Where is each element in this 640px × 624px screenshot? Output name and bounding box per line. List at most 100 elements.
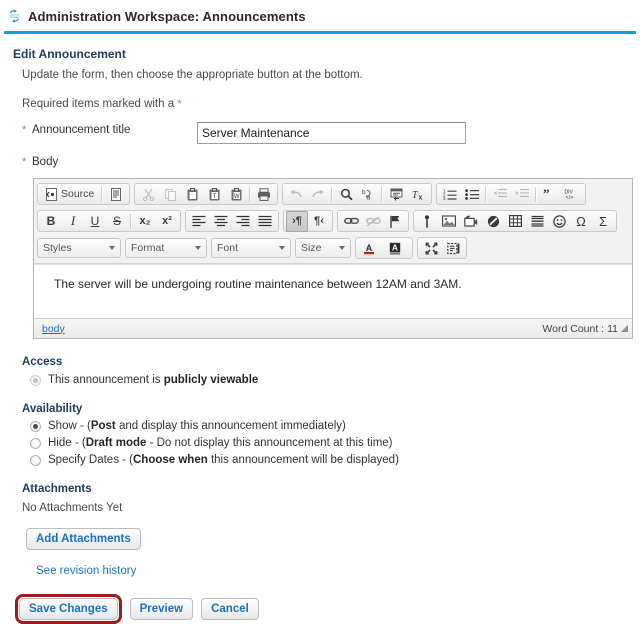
unlink-button[interactable] <box>362 211 384 232</box>
cut-button[interactable] <box>137 184 159 205</box>
availability-specify-dates-label: Specify Dates - (Choose when this announ… <box>48 454 399 466</box>
size-select[interactable]: Size <box>295 238 351 258</box>
availability-specify-dates-radio[interactable] <box>30 454 41 466</box>
special-character-button[interactable]: Ω <box>570 211 592 232</box>
toolbar-separator <box>101 186 104 202</box>
availability-hide-radio[interactable] <box>30 437 41 449</box>
availability-specify-prefix: Specify Dates - ( <box>48 454 133 466</box>
show-blocks-button[interactable] <box>442 238 464 259</box>
header-divider <box>4 31 636 34</box>
preview-button[interactable]: Preview <box>129 598 194 620</box>
insert-table-button[interactable] <box>504 211 526 232</box>
align-center-button[interactable] <box>210 211 232 232</box>
rtl-icon: ¶‹ <box>314 215 324 227</box>
toolbar-group-clipboard: T W <box>134 183 279 205</box>
bulleted-list-button[interactable] <box>461 184 483 205</box>
save-changes-highlight: Save Changes <box>15 594 122 624</box>
remove-format-button[interactable]: Tx <box>407 184 429 205</box>
decrease-indent-button[interactable] <box>489 184 511 205</box>
word-count: Word Count : 11 <box>542 323 628 335</box>
availability-hide-label: Hide - (Draft mode - Do not display this… <box>48 437 393 449</box>
availability-show-radio[interactable] <box>30 420 41 432</box>
paste-as-text-button[interactable]: T <box>203 184 225 205</box>
word-count-value: 11 <box>607 322 618 335</box>
text-color-button[interactable]: A <box>358 238 384 259</box>
undo-button[interactable] <box>285 184 307 205</box>
maximize-button[interactable] <box>420 238 442 259</box>
access-public-prefix: This announcement is <box>48 374 164 386</box>
paste-button[interactable] <box>181 184 203 205</box>
select-all-button[interactable] <box>385 184 407 205</box>
replace-button[interactable]: ba <box>357 184 379 205</box>
align-right-button[interactable] <box>232 211 254 232</box>
cancel-button[interactable]: Cancel <box>201 598 259 620</box>
print-button[interactable] <box>253 184 275 205</box>
bold-button[interactable]: B <box>40 211 62 232</box>
toolbar-group-editing: ba Tx <box>282 183 433 205</box>
insert-image-button[interactable] <box>438 211 460 232</box>
availability-section-title: Availability <box>22 403 83 415</box>
insert-formula-button[interactable]: Σ <box>592 211 614 232</box>
announcement-title-input[interactable] <box>197 122 466 144</box>
chevron-down-icon <box>109 246 115 250</box>
resize-handle-icon[interactable] <box>621 325 628 332</box>
save-changes-button[interactable]: Save Changes <box>19 598 118 620</box>
required-note-asterisk: * <box>177 98 182 110</box>
increase-indent-button[interactable] <box>511 184 533 205</box>
availability-show-row[interactable]: Show - (Post and display this announceme… <box>30 420 632 432</box>
access-section-title: Access <box>22 356 63 368</box>
remove-format-icon: Tx <box>411 188 425 201</box>
italic-button[interactable]: I <box>62 211 84 232</box>
create-div-button[interactable]: DIV </> <box>561 184 583 205</box>
paste-from-word-button[interactable]: W <box>225 184 247 205</box>
underline-button[interactable]: U <box>84 211 106 232</box>
align-justify-button[interactable] <box>254 211 276 232</box>
numbered-list-button[interactable]: 123 <box>439 184 461 205</box>
anchor-button[interactable] <box>384 211 406 232</box>
paste-word-icon: W <box>230 187 243 201</box>
page-header: Administration Workspace: Announcements <box>0 0 640 26</box>
link-button[interactable] <box>340 211 362 232</box>
find-button[interactable] <box>335 184 357 205</box>
see-revision-history-link[interactable]: See revision history <box>36 565 136 577</box>
format-select[interactable]: Format <box>125 238 207 258</box>
add-attachments-button[interactable]: Add Attachments <box>26 528 141 550</box>
templates-button[interactable] <box>105 184 127 205</box>
toolbar-separator <box>249 186 252 202</box>
select-all-icon <box>390 188 403 201</box>
insert-resource-button[interactable] <box>416 211 438 232</box>
copy-icon <box>164 188 177 201</box>
availability-hide-row[interactable]: Hide - (Draft mode - Do not display this… <box>30 437 632 449</box>
source-button[interactable]: Source <box>40 184 99 205</box>
styles-select[interactable]: Styles <box>37 238 121 258</box>
access-public-radio[interactable] <box>30 374 41 386</box>
text-direction-ltr-button[interactable]: ›¶ <box>286 210 308 232</box>
flag-icon <box>389 215 401 228</box>
align-left-button[interactable] <box>188 211 210 232</box>
superscript-button[interactable]: x² <box>156 211 178 232</box>
redo-button[interactable] <box>307 184 329 205</box>
replace-icon: ba <box>361 188 375 201</box>
element-path-body[interactable]: body <box>42 323 65 335</box>
toolbar-row-1: Source T W b a T x 1 2 3 ” DIV </> <box>37 182 629 206</box>
access-public-radio-row[interactable]: This announcement is publicly viewable <box>30 374 632 386</box>
format-select-label: Format <box>131 242 165 254</box>
access-public-strong: publicly viewable <box>163 374 259 386</box>
subscript-button[interactable]: x₂ <box>134 211 156 232</box>
insert-movie-button[interactable] <box>460 211 482 232</box>
text-direction-rtl-button[interactable]: ¶‹ <box>308 211 330 232</box>
strikethrough-button[interactable]: S <box>106 211 128 232</box>
insert-smiley-button[interactable] <box>548 211 570 232</box>
editor-content-area[interactable]: The server will be undergoing routine ma… <box>34 264 632 318</box>
toolbar-group-basic-styles: B I U S x₂ x² <box>37 210 181 232</box>
font-select[interactable]: Font <box>211 238 291 258</box>
availability-specify-dates-row[interactable]: Specify Dates - (Choose when this announ… <box>30 454 632 466</box>
horizontal-rule-button[interactable] <box>526 211 548 232</box>
toolbar-group-colors: A A <box>355 237 413 259</box>
copy-button[interactable] <box>159 184 181 205</box>
background-color-button[interactable]: A <box>384 238 410 259</box>
attachments-section-title: Attachments <box>22 483 92 495</box>
insert-flash-button[interactable] <box>482 211 504 232</box>
blockquote-button[interactable]: ” <box>539 184 561 205</box>
svg-text:b: b <box>362 189 366 196</box>
